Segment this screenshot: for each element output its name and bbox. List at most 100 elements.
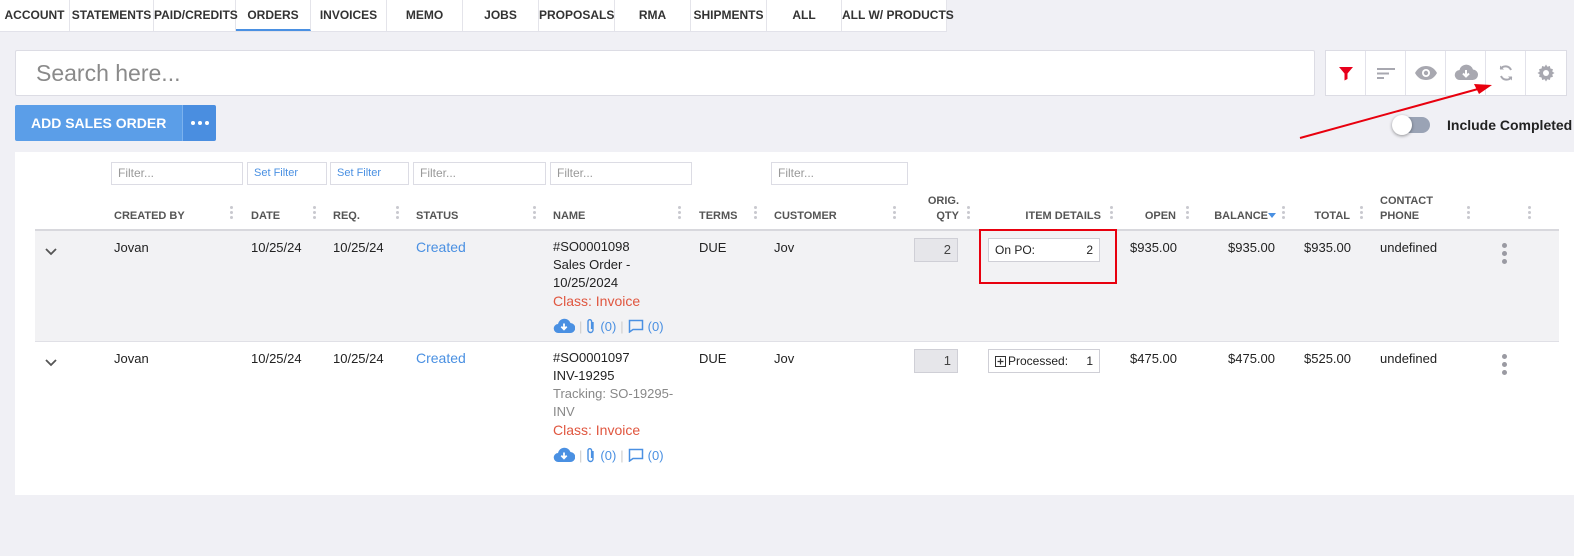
tab-invoices[interactable]: INVOICES <box>311 0 387 31</box>
search-box <box>15 50 1315 96</box>
view-button[interactable] <box>1406 51 1446 95</box>
cloud-download-icon <box>1454 64 1478 81</box>
include-completed-toggle[interactable] <box>1392 115 1430 135</box>
table-row[interactable]: Jovan 10/25/24 10/25/24 Created #SO00010… <box>35 342 1559 472</box>
header-total[interactable]: TOTAL <box>1295 210 1350 222</box>
filter-req[interactable]: Set Filter <box>330 162 409 185</box>
column-grip[interactable] <box>967 206 970 221</box>
header-terms[interactable]: TERMS <box>699 210 738 222</box>
item-details[interactable]: Processed: 1 <box>988 349 1100 373</box>
column-grip[interactable] <box>1360 206 1363 221</box>
attachments-count[interactable]: (0) <box>600 319 616 334</box>
sort-button[interactable] <box>1366 51 1406 95</box>
open-amount: $475.00 <box>1130 351 1177 366</box>
column-grip[interactable] <box>396 206 399 221</box>
attachments-count[interactable]: (0) <box>600 448 616 463</box>
cloud-download-icon[interactable] <box>553 447 575 463</box>
download-button[interactable] <box>1446 51 1486 95</box>
filter-customer[interactable]: Filter... <box>771 162 908 185</box>
req-date: 10/25/24 <box>333 240 384 255</box>
balance-amount: $475.00 <box>1228 351 1275 366</box>
column-grip[interactable] <box>893 206 896 221</box>
date: 10/25/24 <box>251 351 302 366</box>
tab-memo[interactable]: MEMO <box>387 0 463 31</box>
header-date[interactable]: DATE <box>251 210 280 222</box>
header-customer[interactable]: CUSTOMER <box>774 210 837 222</box>
settings-button[interactable] <box>1526 51 1566 95</box>
order-number[interactable]: #SO0001097 <box>553 349 630 367</box>
paperclip-icon[interactable] <box>586 318 596 334</box>
tab-orders[interactable]: ORDERS <box>236 0 311 31</box>
sort-desc-icon <box>1268 213 1276 218</box>
comment-icon[interactable] <box>628 448 644 462</box>
tab-jobs[interactable]: JOBS <box>463 0 539 31</box>
tab-all-with-products[interactable]: ALL W/ PRODUCTS <box>842 0 954 31</box>
filter-created-by[interactable]: Filter... <box>111 162 243 185</box>
customer: Jov <box>774 240 795 255</box>
column-grip[interactable] <box>313 206 316 221</box>
filter-status[interactable]: Filter... <box>413 162 546 185</box>
tab-statements[interactable]: STATEMENTS <box>70 0 154 31</box>
comments-count[interactable]: (0) <box>648 319 664 334</box>
column-grip[interactable] <box>1186 206 1189 221</box>
expand-plus-icon[interactable] <box>995 355 1006 367</box>
status-link[interactable]: Created <box>416 239 466 255</box>
column-grip[interactable] <box>754 206 757 221</box>
header-item-details[interactable]: ITEM DETAILS <box>991 210 1101 222</box>
comments-count[interactable]: (0) <box>648 448 664 463</box>
tracking-info: Tracking: SO-19295- <box>553 386 674 401</box>
header-orig[interactable]: ORIG. <box>909 195 959 207</box>
column-grip[interactable] <box>533 206 536 221</box>
total-amount: $525.00 <box>1304 351 1351 366</box>
toolbar <box>1325 50 1567 96</box>
refresh-button[interactable] <box>1486 51 1526 95</box>
chevron-down-icon[interactable] <box>45 248 57 256</box>
column-grip[interactable] <box>678 206 681 221</box>
cloud-download-icon[interactable] <box>553 318 575 334</box>
created-by: Jovan <box>114 240 149 255</box>
search-input[interactable] <box>16 51 1314 95</box>
tab-proposals[interactable]: PROPOSALS <box>539 0 615 31</box>
tab-rma[interactable]: RMA <box>615 0 691 31</box>
header-req[interactable]: REQ. <box>333 210 360 222</box>
item-details[interactable]: On PO: 2 <box>988 238 1100 262</box>
header-qty[interactable]: QTY <box>909 210 959 222</box>
filter-date[interactable]: Set Filter <box>247 162 327 185</box>
sort-icon <box>1376 68 1395 79</box>
more-options-button[interactable] <box>182 105 217 141</box>
add-sales-order-button[interactable]: ADD SALES ORDER <box>15 105 183 141</box>
comment-icon[interactable] <box>628 319 644 333</box>
tab-account[interactable]: ACCOUNT <box>0 0 70 31</box>
filter-name[interactable]: Filter... <box>550 162 692 185</box>
header-contact[interactable]: CONTACT <box>1380 195 1433 207</box>
header-created-by[interactable]: CREATED BY <box>114 210 185 222</box>
order-class: Class: Invoice <box>553 422 641 438</box>
row-menu-button[interactable] <box>1502 243 1507 267</box>
header-balance[interactable]: BALANCE <box>1196 210 1268 222</box>
column-grip[interactable] <box>1110 206 1113 221</box>
order-number[interactable]: #SO0001098 <box>553 238 630 256</box>
orig-qty: 2 <box>914 238 958 262</box>
order-class: Class: Invoice <box>553 293 641 309</box>
filter-button[interactable] <box>1326 51 1366 95</box>
eye-icon <box>1414 66 1437 80</box>
column-grip[interactable] <box>1528 206 1531 221</box>
orig-qty: 1 <box>914 349 958 373</box>
header-status[interactable]: STATUS <box>416 210 458 222</box>
row-menu-button[interactable] <box>1502 354 1507 378</box>
tab-paid-credits[interactable]: PAID/CREDITS <box>154 0 238 31</box>
refresh-icon <box>1499 65 1512 81</box>
header-phone[interactable]: PHONE <box>1380 210 1419 222</box>
status-link[interactable]: Created <box>416 350 466 366</box>
tab-shipments[interactable]: SHIPMENTS <box>691 0 767 31</box>
column-grip[interactable] <box>230 206 233 221</box>
header-open[interactable]: OPEN <box>1121 210 1176 222</box>
header-name[interactable]: NAME <box>553 210 585 222</box>
chevron-down-icon[interactable] <box>45 359 57 367</box>
tab-all[interactable]: ALL <box>767 0 842 31</box>
paperclip-icon[interactable] <box>586 447 596 463</box>
table-row[interactable]: Jovan 10/25/24 10/25/24 Created #SO00010… <box>35 229 1559 342</box>
column-grip[interactable] <box>1467 206 1470 221</box>
open-amount: $935.00 <box>1130 240 1177 255</box>
column-grip[interactable] <box>1282 206 1285 221</box>
